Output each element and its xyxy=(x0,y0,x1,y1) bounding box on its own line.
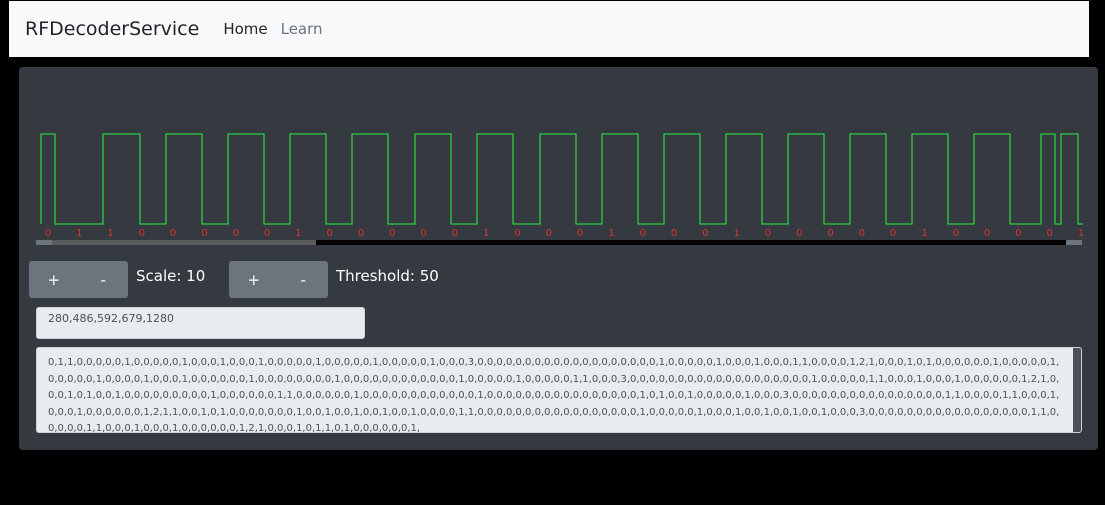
bit-label: 0 xyxy=(201,228,207,239)
threshold-increase-button[interactable]: + xyxy=(229,261,279,298)
bit-label: 0 xyxy=(264,228,270,239)
nav-link-home[interactable]: Home xyxy=(223,20,267,38)
bit-label: 0 xyxy=(984,228,990,239)
bit-label: 1 xyxy=(608,228,614,239)
bit-label: 0 xyxy=(45,228,51,239)
signal-waveform: 0 1 1 0 0 0 0 0 1 0 0 0 0 0 1 0 0 0 1 0 0 0 1 0 0 0 0 0 1 0 0 0 0 1 xyxy=(40,133,1083,239)
bit-label: 0 xyxy=(765,228,771,239)
bit-label: 0 xyxy=(890,228,896,239)
bit-label: 0 xyxy=(1015,228,1021,239)
raw-signal-scrollbar[interactable] xyxy=(1073,348,1081,432)
bit-label: 0 xyxy=(514,228,520,239)
threshold-button-group: + - xyxy=(229,261,328,298)
bit-label: 1 xyxy=(107,228,113,239)
waveform-trace xyxy=(40,133,1083,225)
bit-label: 0 xyxy=(170,228,176,239)
bit-label: 0 xyxy=(452,228,458,239)
bit-label: 1 xyxy=(483,228,489,239)
scale-increase-button[interactable]: + xyxy=(29,261,79,298)
bit-label: 0 xyxy=(389,228,395,239)
bit-label: 0 xyxy=(420,228,426,239)
raw-signal-text: 0,1,1,0,0,0,0,0,1,0,0,0,0,0,1,0,0,0,1,0,… xyxy=(48,357,1060,433)
bit-label: 0 xyxy=(671,228,677,239)
threshold-decrease-button[interactable]: - xyxy=(279,261,329,298)
threshold-label: Threshold: 50 xyxy=(336,267,439,285)
waveform-scrollbar[interactable] xyxy=(36,240,1082,245)
bit-label: 0 xyxy=(358,228,364,239)
bit-label: 0 xyxy=(827,228,833,239)
bit-label: 0 xyxy=(796,228,802,239)
nav-link-learn[interactable]: Learn xyxy=(281,20,323,38)
bit-label: 1 xyxy=(295,228,301,239)
bit-label: 1 xyxy=(1078,228,1083,239)
top-navbar: RFDecoderService Home Learn xyxy=(9,1,1089,57)
bit-label: 1 xyxy=(921,228,927,239)
bit-label: 0 xyxy=(1047,228,1053,239)
bit-label: 1 xyxy=(76,228,82,239)
scale-button-group: + - xyxy=(29,261,128,298)
bit-label: 0 xyxy=(577,228,583,239)
app-brand[interactable]: RFDecoderService xyxy=(25,18,199,40)
scroll-thumb[interactable] xyxy=(52,240,316,245)
scale-label: Scale: 10 xyxy=(136,267,206,285)
signal-panel: 0 1 1 0 0 0 0 0 1 0 0 0 0 0 1 0 0 0 1 0 0 0 1 0 0 0 0 0 1 0 0 0 0 1 + - S… xyxy=(19,67,1098,450)
scroll-right-button[interactable] xyxy=(1066,240,1082,245)
raw-signal-textarea[interactable]: 0,1,1,0,0,0,0,0,1,0,0,0,0,0,1,0,0,0,1,0,… xyxy=(36,347,1082,433)
bit-label: 1 xyxy=(734,228,740,239)
bit-label: 0 xyxy=(640,228,646,239)
bit-label: 0 xyxy=(327,228,333,239)
bit-label: 0 xyxy=(139,228,145,239)
scroll-left-button[interactable] xyxy=(36,240,52,245)
bit-label: 0 xyxy=(233,228,239,239)
bit-label: 0 xyxy=(546,228,552,239)
pulse-timings-input[interactable] xyxy=(36,307,365,339)
scale-decrease-button[interactable]: - xyxy=(79,261,129,298)
bit-label: 0 xyxy=(953,228,959,239)
bit-label: 0 xyxy=(859,228,865,239)
bit-label: 0 xyxy=(702,228,708,239)
